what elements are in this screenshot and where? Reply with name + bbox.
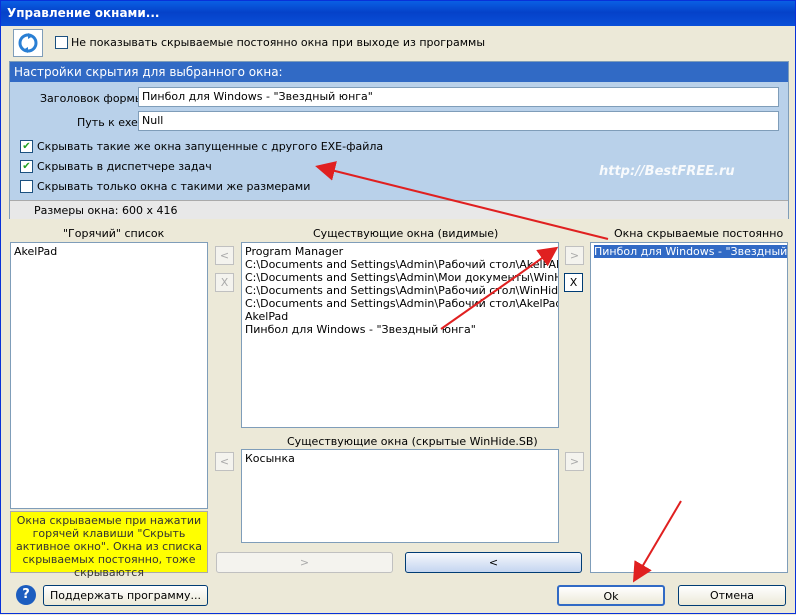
window: Управление окнами... Не показывать скрыв… [0,0,796,614]
arrow-to-ok [632,500,682,583]
arrow-to-pinball-item [440,246,559,330]
annotation-arrows [315,161,682,583]
arrow-to-checkbox [315,161,609,240]
